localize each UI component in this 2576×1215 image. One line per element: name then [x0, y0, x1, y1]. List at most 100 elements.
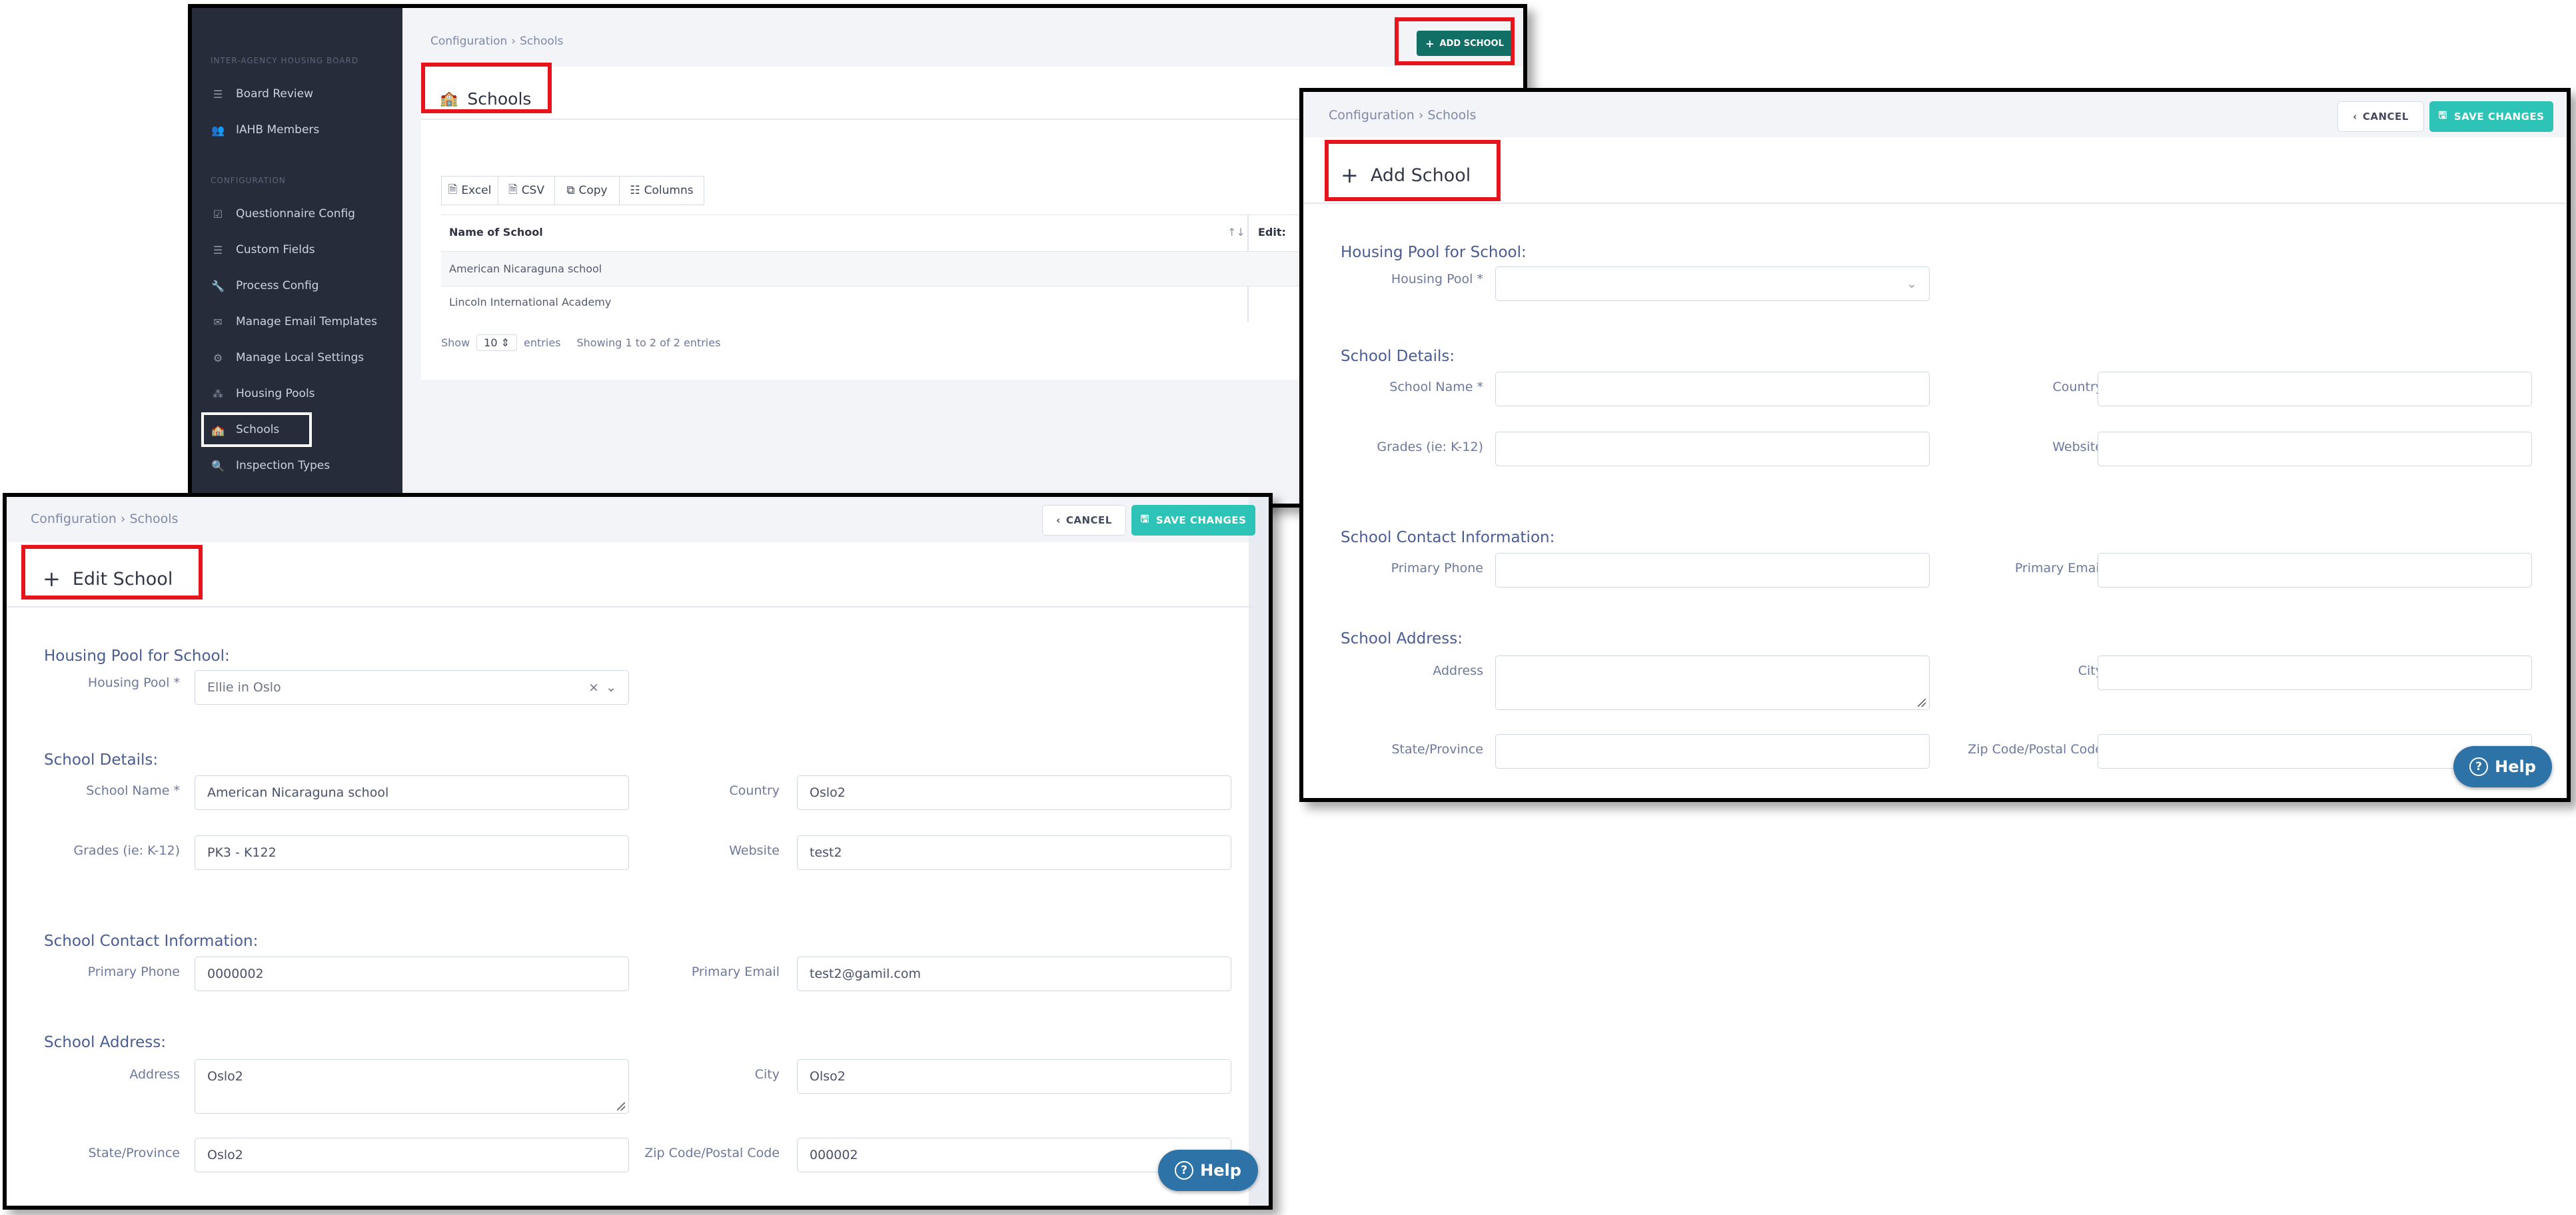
school-name-input[interactable]: American Nicaraguna school	[195, 775, 629, 810]
address-textarea[interactable]: Oslo2	[195, 1059, 629, 1114]
country-input[interactable]	[2098, 372, 2532, 406]
city-label: City	[754, 1067, 780, 1082]
sidebar-item-inspection-types[interactable]: 🔍 Inspection Types	[211, 458, 330, 473]
users-icon: 👥	[211, 123, 225, 137]
primary-phone-label: Primary Phone	[87, 965, 180, 979]
table-cell-name: American Nicaraguna school	[449, 262, 602, 275]
website-input[interactable]	[2098, 432, 2532, 466]
list-icon: ☰	[213, 243, 223, 256]
checkbox-icon: ☑	[213, 207, 223, 220]
list-icon: ☰	[213, 87, 223, 101]
sidebar-item-iahb-members[interactable]: 👥 IAHB Members	[211, 123, 319, 137]
sidebar-item-questionnaire-config[interactable]: ☑ Questionnaire Config	[211, 206, 355, 221]
sidebar-item-local-settings[interactable]: ⚙ Manage Local Settings	[211, 350, 364, 365]
columns-button[interactable]: ☷ Columns	[619, 176, 704, 205]
primary-phone-label: Primary Phone	[1391, 561, 1483, 576]
breadcrumb: Configuration › Schools	[430, 35, 564, 48]
breadcrumb-schools[interactable]: Schools	[520, 35, 563, 48]
file-icon: 🗎	[448, 183, 458, 197]
country-label: Country	[729, 783, 780, 798]
sort-icon[interactable]: ↑↓	[1227, 226, 1245, 238]
grades-input[interactable]	[1495, 432, 1930, 466]
city-input[interactable]: Olso2	[797, 1059, 1231, 1094]
breadcrumb: Configuration › Schools	[1329, 108, 1477, 123]
school-name-input[interactable]	[1495, 372, 1930, 406]
breadcrumb-schools[interactable]: Schools	[129, 512, 178, 526]
housing-pool-label: Housing Pool *	[87, 675, 180, 690]
chevron-left-icon: ‹	[1056, 514, 1061, 526]
breadcrumb: Configuration › Schools	[31, 512, 179, 526]
column-header-name[interactable]: Name of School	[449, 226, 543, 238]
sitemap-icon: ⁂	[213, 387, 223, 400]
section-contact: School Contact Information:	[44, 933, 259, 950]
help-button[interactable]: ? Help	[2453, 746, 2552, 787]
csv-button[interactable]: 🗎 CSV	[498, 176, 555, 205]
primary-phone-input[interactable]	[1495, 553, 1930, 588]
clear-icon[interactable]: ×	[588, 680, 599, 695]
zip-label: Zip Code/Postal Code	[644, 1146, 780, 1160]
primary-phone-input[interactable]: 0000002	[195, 957, 629, 991]
copy-button[interactable]: ⧉ Copy	[554, 176, 620, 205]
country-input[interactable]: Oslo2	[797, 775, 1231, 810]
state-input[interactable]	[1495, 734, 1930, 769]
question-icon: ?	[2469, 757, 2489, 776]
breadcrumb-configuration[interactable]: Configuration	[1329, 108, 1415, 123]
housing-pool-label: Housing Pool *	[1391, 272, 1483, 286]
wrench-icon: 🔧	[211, 279, 225, 292]
address-textarea[interactable]	[1495, 655, 1930, 710]
save-changes-button[interactable]: 🖫 SAVE CHANGES	[2429, 101, 2553, 132]
housing-pool-select[interactable]: ⌄	[1495, 266, 1930, 301]
highlight-schools-title	[421, 63, 552, 113]
cancel-button[interactable]: ‹ CANCEL	[2337, 101, 2424, 132]
sidebar-item-housing-pools[interactable]: ⁂ Housing Pools	[211, 386, 315, 401]
section-school-details: School Details:	[44, 751, 159, 769]
highlight-add-school-title	[1325, 140, 1501, 201]
scrollbar[interactable]	[1249, 497, 1269, 1206]
resize-handle[interactable]	[617, 1102, 625, 1110]
zip-label: Zip Code/Postal Code	[1968, 742, 2103, 757]
website-label: Website	[729, 843, 780, 858]
sidebar-item-custom-fields[interactable]: ☰ Custom Fields	[211, 242, 315, 257]
housing-pool-select[interactable]: Ellie in Oslo × ⌄	[195, 670, 629, 705]
highlight-add-school-button	[1395, 17, 1515, 65]
excel-button[interactable]: 🗎 Excel	[441, 176, 498, 205]
school-name-label: School Name *	[1389, 380, 1483, 394]
table-toolbar: 🗎 Excel 🗎 CSV ⧉ Copy ☷ Columns	[441, 176, 706, 205]
help-button[interactable]: ? Help	[1158, 1150, 1258, 1191]
section-housing-pool: Housing Pool for School:	[44, 647, 230, 665]
sidebar: INTER-AGENCY HOUSING BOARD ☰ Board Review…	[192, 8, 402, 504]
section-address: School Address:	[1341, 630, 1463, 647]
page-size-select[interactable]: 10 ⇕	[476, 334, 518, 351]
sidebar-item-email-templates[interactable]: ✉ Manage Email Templates	[211, 314, 377, 329]
breadcrumb-configuration[interactable]: Configuration	[430, 35, 507, 48]
section-housing-pool: Housing Pool for School:	[1341, 244, 1527, 261]
school-name-label: School Name *	[86, 783, 180, 798]
gear-icon: ⚙	[213, 351, 223, 364]
cancel-button[interactable]: ‹ CANCEL	[1042, 505, 1126, 536]
question-icon: ?	[1175, 1161, 1194, 1180]
highlight-edit-school-title	[21, 545, 203, 600]
chevron-down-icon: ⌄	[1906, 276, 1917, 291]
address-label: Address	[1433, 663, 1483, 678]
breadcrumb-schools[interactable]: Schools	[1427, 108, 1476, 123]
breadcrumb-configuration[interactable]: Configuration	[31, 512, 117, 526]
column-header-edit: Edit:	[1258, 226, 1286, 238]
grades-label: Grades (ie: K-12)	[1377, 440, 1483, 454]
save-changes-button[interactable]: 🖫 SAVE CHANGES	[1131, 505, 1255, 536]
floppy-disk-icon: 🖫	[1140, 512, 1149, 525]
primary-email-label: Primary Email	[2014, 561, 2103, 576]
website-input[interactable]: test2	[797, 835, 1231, 870]
list-icon: ☷	[630, 184, 640, 197]
resize-handle[interactable]	[1918, 699, 1926, 707]
primary-email-input[interactable]: test2@gamil.com	[797, 957, 1231, 991]
floppy-disk-icon: 🖫	[2438, 109, 2447, 121]
section-school-details: School Details:	[1341, 348, 1455, 365]
sidebar-item-board-review[interactable]: ☰ Board Review	[211, 87, 313, 101]
sidebar-item-process-config[interactable]: 🔧 Process Config	[211, 278, 319, 293]
city-input[interactable]	[2098, 655, 2532, 690]
state-input[interactable]: Oslo2	[195, 1138, 629, 1172]
grades-input[interactable]: PK3 - K122	[195, 835, 629, 870]
primary-email-label: Primary Email	[691, 965, 780, 979]
file-icon: 🗎	[508, 183, 518, 197]
primary-email-input[interactable]	[2098, 553, 2532, 588]
